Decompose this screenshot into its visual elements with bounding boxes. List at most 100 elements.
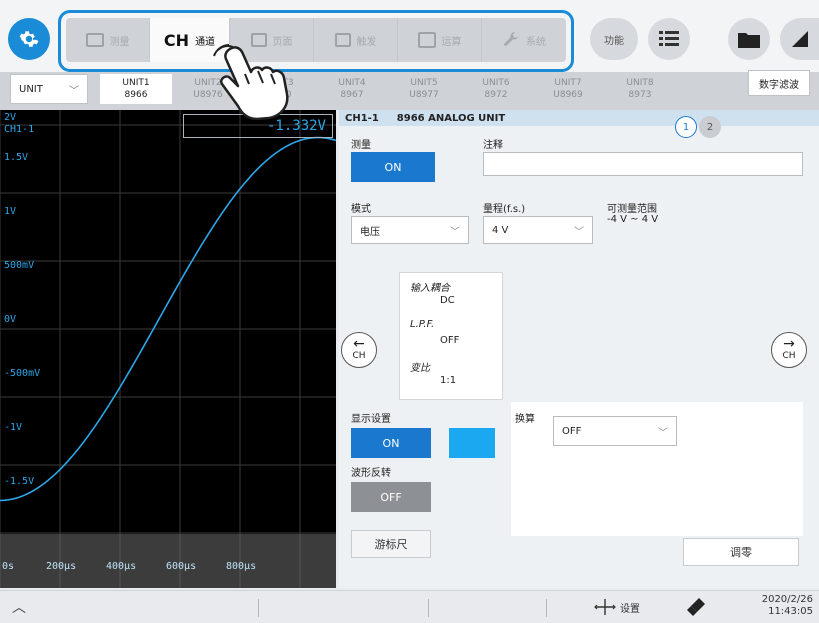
menu-highlight-frame <box>58 10 574 72</box>
unit-tab-model: 8967 <box>340 90 364 100</box>
unit-tab-name: UNIT7 <box>554 78 582 88</box>
coupling-value: DC <box>440 295 455 306</box>
measure-label: 测量 <box>351 140 371 151</box>
digital-filter-button[interactable]: 数字滤波 <box>748 70 810 96</box>
unit-tab-name: UNIT6 <box>482 78 510 88</box>
unit-tab-model: 8972 <box>484 90 508 100</box>
panel-unit-name: 8966 ANALOG UNIT <box>396 112 506 124</box>
unit-tab-1[interactable]: UNIT1 8966 <box>100 74 172 104</box>
channel-label: CH1-1 <box>4 124 35 135</box>
page-2-label: 2 <box>706 121 714 133</box>
unit-select[interactable]: UNIT ﹀ <box>10 74 88 104</box>
chevron-down-icon: ﹀ <box>658 427 668 439</box>
y-tick-label: 1V <box>4 206 17 217</box>
next-channel-button[interactable]: → CH <box>771 332 807 368</box>
input-info-card[interactable]: 输入耦合 DC L.P.F. OFF 变比 1:1 <box>399 272 503 400</box>
waveform-display[interactable]: 2V CH1-1 -1.332V 1.5V 1V 500mV 0V -500mV -1V -… <box>0 110 336 588</box>
page-1-label: 1 <box>682 121 690 133</box>
folder-icon <box>738 33 760 48</box>
invert-off-label: OFF <box>380 490 402 504</box>
chevron-down-icon: ﹀ <box>574 226 584 238</box>
y-tick-label: -1V <box>4 422 23 433</box>
conversion-value: OFF <box>562 425 582 437</box>
x-tick-label: 600μs <box>166 561 197 572</box>
expand-button[interactable] <box>780 18 819 60</box>
coupling-label: 输入耦合 <box>410 283 450 294</box>
unit-tab-7[interactable]: UNIT7 U8969 <box>532 74 604 104</box>
panel-header: CH1-1 8966 ANALOG UNIT <box>339 110 819 126</box>
unit-tab-model: 8973 <box>628 90 652 100</box>
mode-label: 模式 <box>351 204 371 215</box>
unit-tab-4[interactable]: UNIT4 8967 <box>316 74 388 104</box>
hand-pointer-icon <box>213 44 289 120</box>
prev-channel-button[interactable]: ← CH <box>341 332 377 368</box>
y-tick-label: -500mV <box>4 368 41 379</box>
x-tick-label: 200μs <box>46 561 77 572</box>
measurable-range-value: -4 V ~ 4 V <box>607 214 659 225</box>
waveform-color-swatch[interactable] <box>449 428 495 458</box>
xy-settings-label: 设置 <box>620 603 640 615</box>
function-button-label: 功能 <box>604 35 624 47</box>
unit-tab-5[interactable]: UNIT5 U8977 <box>388 74 460 104</box>
display-on-button[interactable]: ON <box>351 428 431 458</box>
unit-tab-6[interactable]: UNIT6 8972 <box>460 74 532 104</box>
range-value: 4 V <box>492 224 509 236</box>
measure-on-label: ON <box>384 160 402 174</box>
zero-adjust-button[interactable]: 调零 <box>683 538 799 566</box>
range-label-text: 量程(f.s.) <box>483 204 526 215</box>
page-2-button[interactable]: 2 <box>699 116 721 138</box>
y-tick-label: 0V <box>4 314 17 325</box>
x-tick-label: 0s <box>2 561 15 572</box>
arrow-right-icon: → <box>783 336 795 352</box>
unit-tab-model: U8977 <box>409 90 439 100</box>
conversion-select[interactable]: OFF ﹀ <box>553 416 677 446</box>
y-tick-label: 500mV <box>4 260 35 271</box>
unit-tab-name: UNIT1 <box>122 78 150 88</box>
function-button[interactable]: 功能 <box>590 18 638 60</box>
list-icon <box>659 31 679 46</box>
lpf-label: L.P.F. <box>410 319 435 330</box>
status-divider <box>546 599 547 617</box>
measure-on-button[interactable]: ON <box>351 152 435 182</box>
prev-channel-label: CH <box>352 351 366 361</box>
cursor-button-label: 游标尺 <box>374 538 408 551</box>
page-1-button[interactable]: 1 <box>675 116 697 138</box>
waveform-plot <box>0 110 336 588</box>
cursor-button[interactable]: 游标尺 <box>351 530 431 558</box>
unit-tab-8[interactable]: UNIT8 8973 <box>604 74 676 104</box>
lpf-value: OFF <box>440 335 460 346</box>
y-tick-label: 1.5V <box>4 152 29 163</box>
clock-time: 11:43:05 <box>768 606 813 617</box>
mode-select[interactable]: 电压 ﹀ <box>351 216 469 244</box>
mode-value: 电压 <box>360 226 380 238</box>
usb-drive-icon[interactable] <box>686 597 706 617</box>
status-divider <box>428 599 429 617</box>
invert-off-button[interactable]: OFF <box>351 482 431 512</box>
zero-adjust-label: 调零 <box>730 546 752 559</box>
ratio-label: 变比 <box>410 363 430 374</box>
unit-tab-name: UNIT4 <box>338 78 366 88</box>
status-bar: ︿ 设置 <box>0 590 819 623</box>
gear-icon <box>19 31 39 47</box>
measurable-range-label: 可测量范围 <box>607 204 657 215</box>
arrow-left-icon: ← <box>353 336 365 352</box>
x-tick-label: 800μs <box>226 561 257 572</box>
waveform-trace <box>0 136 336 502</box>
xy-settings-button[interactable]: 设置 <box>594 597 640 617</box>
range-select[interactable]: 4 V ﹀ <box>483 216 593 244</box>
conversion-label: 换算 <box>515 414 535 425</box>
display-on-label: ON <box>382 436 400 450</box>
invert-label: 波形反转 <box>351 468 391 479</box>
comment-input[interactable] <box>483 152 803 176</box>
status-divider <box>258 599 259 617</box>
chevron-down-icon: ﹀ <box>450 226 460 238</box>
ratio-value: 1:1 <box>440 375 457 386</box>
unit-tab-model: 8966 <box>124 90 148 100</box>
digital-filter-label: 数字滤波 <box>759 79 799 91</box>
next-channel-label: CH <box>782 351 796 361</box>
folder-button[interactable] <box>728 18 770 60</box>
y-tick-label: -1.5V <box>4 476 35 487</box>
list-button[interactable] <box>648 18 690 60</box>
chevron-up-icon[interactable]: ︿ <box>12 597 26 617</box>
settings-gear-button[interactable] <box>8 18 50 60</box>
